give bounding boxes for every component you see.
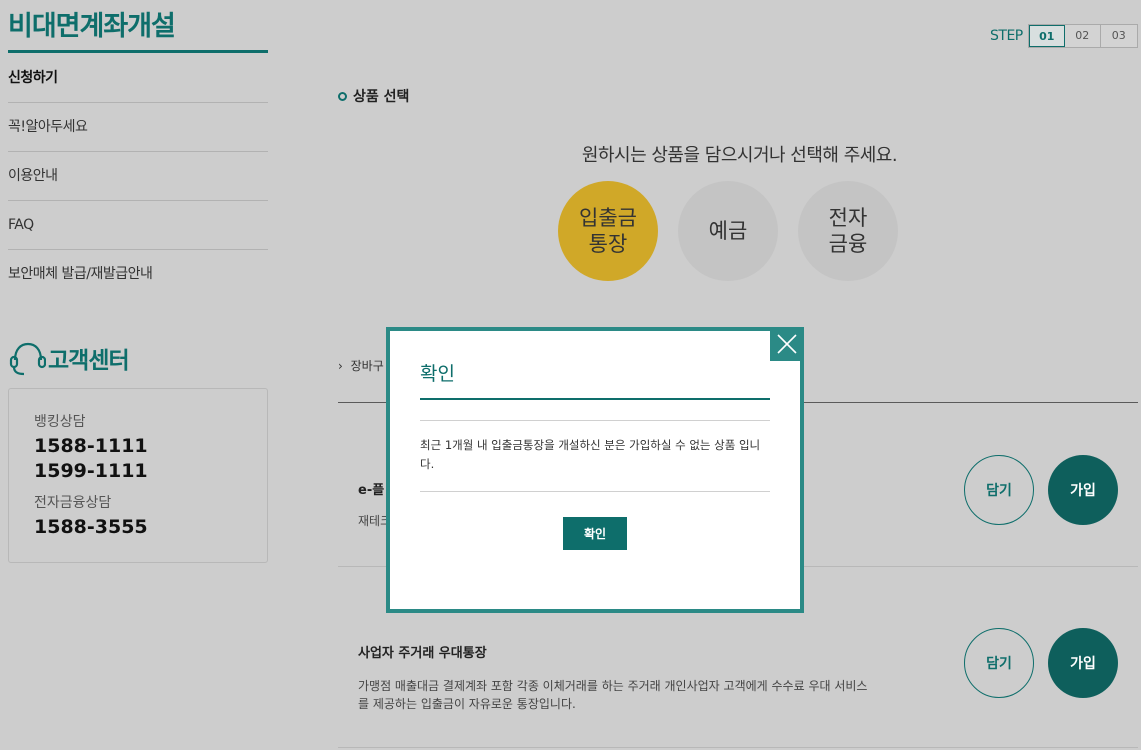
headset-icon <box>9 342 46 376</box>
category-deposit-withdrawal[interactable]: 입출금 통장 <box>558 181 658 281</box>
sidebar-item-faq[interactable]: FAQ <box>8 201 268 250</box>
dialog-message: 최근 1개월 내 입출금통장을 개설하신 분은 가입하실 수 없는 상품 입니다… <box>420 438 761 471</box>
section-title-text: 상품 선택 <box>353 89 410 105</box>
step-03: 03 <box>1111 29 1126 42</box>
step-02: 02 <box>1065 25 1101 47</box>
close-icon <box>777 334 797 354</box>
add-to-cart-button[interactable]: 담기 <box>964 455 1034 525</box>
bullet-icon <box>338 91 347 101</box>
category-e-finance[interactable]: 전자 금융 <box>798 181 898 281</box>
banking-phone-2: 1599-1111 <box>34 460 148 482</box>
customer-center-box: 뱅킹상담 1588-1111 1599-1111 전자금융상담 1588-355… <box>8 388 268 563</box>
join-button[interactable]: 가입 <box>1048 628 1118 698</box>
section-title: 상품 선택 <box>338 86 409 106</box>
sidebar-menu: 신청하기 꼭!알아두세요 이용안내 FAQ 보안매체 발급/재발급안내 <box>8 54 268 299</box>
category-savings[interactable]: 예금 <box>678 181 778 281</box>
efinance-consult-label: 전자금융상담 <box>34 495 112 511</box>
sidebar-item-guide[interactable]: 이용안내 <box>8 152 268 201</box>
step-list: 01 02 03 <box>1027 24 1138 48</box>
confirm-dialog: 확인 최근 1개월 내 입출금통장을 개설하신 분은 가입하실 수 없는 상품 … <box>386 327 804 613</box>
efinance-phone: 1588-3555 <box>34 516 148 538</box>
customer-center-title: 고객센터 <box>48 348 130 374</box>
row-divider <box>338 747 1138 748</box>
customer-center-heading: 고객센터 <box>8 340 130 376</box>
chevron-right-icon: › <box>338 359 343 373</box>
step-01: 01 <box>1028 25 1065 47</box>
cart-section: › 장바구 <box>338 357 384 374</box>
banking-consult-label: 뱅킹상담 <box>34 414 86 430</box>
sidebar-item-security-media[interactable]: 보안매체 발급/재발급안내 <box>8 250 268 299</box>
confirm-button[interactable]: 확인 <box>563 517 627 550</box>
banking-phone-1: 1588-1111 <box>34 435 148 457</box>
product-desc: 가맹점 매출대금 결제계좌 포함 각종 이체거래를 하는 주거래 개인사업자 고… <box>358 679 868 711</box>
step-indicator: STEP 01 02 03 <box>990 24 1138 48</box>
cart-label: 장바구 <box>350 359 384 373</box>
product-name: 사업자 주거래 우대통장 <box>358 646 487 661</box>
step-label: STEP <box>990 28 1023 44</box>
sidebar-item-apply[interactable]: 신청하기 <box>8 54 268 103</box>
sidebar-item-notice[interactable]: 꼭!알아두세요 <box>8 103 268 152</box>
page-title: 비대면계좌개설 <box>8 11 176 42</box>
dialog-divider <box>420 420 770 421</box>
join-button[interactable]: 가입 <box>1048 455 1118 525</box>
product-name: e-플 <box>358 483 385 498</box>
add-to-cart-button[interactable]: 담기 <box>964 628 1034 698</box>
dialog-title: 확인 <box>420 363 455 385</box>
title-divider <box>8 50 268 53</box>
dialog-title-divider <box>420 398 770 400</box>
instruction-text: 원하시는 상품을 담으시거나 선택해 주세요. <box>581 145 898 166</box>
dialog-divider <box>420 491 770 492</box>
close-button[interactable] <box>770 327 804 361</box>
